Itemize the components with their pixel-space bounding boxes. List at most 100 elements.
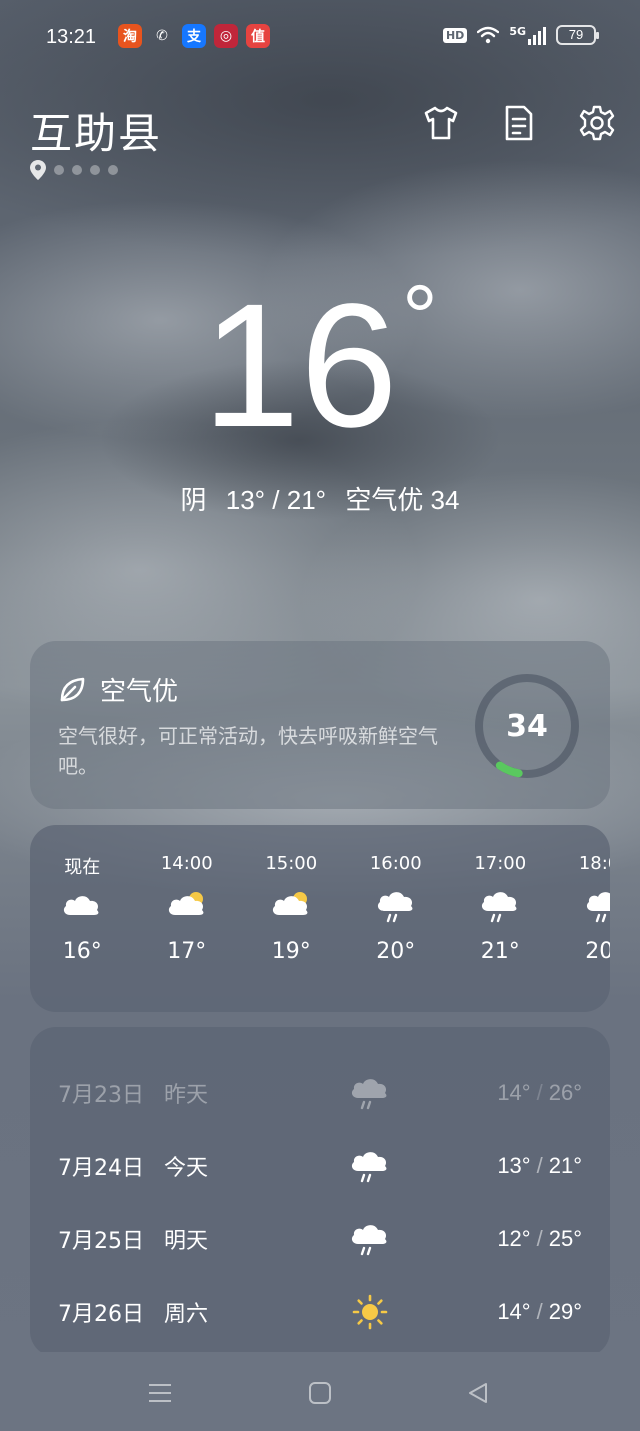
daily-forecast-row[interactable]: 7月24日 今天 13°/21° <box>58 1146 582 1186</box>
current-condition: 阴 <box>180 485 207 515</box>
daily-date: 7月26日 <box>58 1302 144 1327</box>
daily-forecast-row[interactable]: 7月23日 昨天 14°/26° <box>58 1073 582 1113</box>
rain-weather-icon <box>351 1152 387 1183</box>
menu-icon <box>149 1384 171 1402</box>
page-dot <box>108 165 118 175</box>
city-list-button[interactable] <box>500 102 538 144</box>
hourly-item: 14:00 17° <box>135 825 240 964</box>
smzdm-app-icon: 值 <box>246 24 270 48</box>
hourly-temperature: 20° <box>585 939 610 964</box>
daily-forecast-row[interactable]: 7月25日 明天 12°/25° <box>58 1219 582 1259</box>
rain-weather-icon <box>377 892 413 923</box>
air-quality-description: 空气很好，可正常活动，快去呼吸新鲜空气吧。 <box>58 724 438 778</box>
hourly-item: 现在 16° <box>30 825 135 964</box>
daily-forecast-card[interactable]: 7月23日 昨天 14°/26° 7月24日 今天 13°/21° 7月25日 明天 12°/2… <box>30 1027 610 1357</box>
hourly-time: 16:00 <box>369 853 422 874</box>
menu-button[interactable] <box>145 1378 175 1408</box>
back-icon <box>469 1383 487 1403</box>
hourly-forecast-card[interactable]: 现在 16° 14:00 17° 15:00 19° 16:00 20° 17:00 21° 18:… <box>30 825 610 1012</box>
daily-temperature-range: 13°/21° <box>497 1153 582 1179</box>
daily-day-label: 明天 <box>164 1229 209 1254</box>
daily-temperature-range: 14°/29° <box>497 1299 582 1325</box>
hourly-item: 18:00 20° <box>553 825 610 964</box>
current-temperature: 16° <box>0 273 640 454</box>
partly-sunny-weather-icon <box>168 892 204 915</box>
aqi-value: 34 <box>506 708 548 744</box>
current-range: 13° / 21° <box>225 485 327 515</box>
document-list-icon <box>505 105 533 141</box>
hourly-weather-icon <box>165 889 209 923</box>
current-summary: 阴 13° / 21° 空气优 34 <box>0 480 640 517</box>
hourly-temperature: 19° <box>271 939 311 964</box>
air-quality-label: 空气优 <box>100 677 179 707</box>
clothing-index-button[interactable] <box>422 102 460 144</box>
daily-high: 26° <box>548 1080 582 1105</box>
notification-app-icons: 淘 ✆ 支 ◎ 值 <box>118 24 270 48</box>
hourly-item: 16:00 20° <box>344 825 449 964</box>
hourly-time: 14:00 <box>160 853 213 874</box>
hourly-forecast-list[interactable]: 现在 16° 14:00 17° 15:00 19° 16:00 20° 17:00 21° 18:… <box>30 825 610 964</box>
daily-low: 12° <box>497 1226 531 1251</box>
daily-day-label: 昨天 <box>164 1083 209 1108</box>
signal-icon: 5G <box>509 25 546 45</box>
system-icons: HD 5G 79 <box>442 25 599 45</box>
daily-low: 14° <box>497 1299 531 1324</box>
rain-weather-icon <box>586 892 610 923</box>
daily-day-label: 今天 <box>164 1156 209 1181</box>
daily-low: 14° <box>497 1080 531 1105</box>
alipay-app-icon: 支 <box>182 24 206 48</box>
rain-weather-icon <box>351 1079 387 1110</box>
hourly-time: 15:00 <box>265 853 318 874</box>
hourly-temperature: 17° <box>167 939 207 964</box>
air-quality-card[interactable]: 空气优 空气很好，可正常活动，快去呼吸新鲜空气吧。 34 <box>30 641 610 809</box>
rain-weather-icon <box>351 1225 387 1256</box>
degree-symbol: ° <box>401 268 438 368</box>
home-icon <box>309 1382 331 1404</box>
daily-weather-icon <box>348 1293 392 1331</box>
status-time: 13:21 <box>46 26 97 48</box>
city-name[interactable]: 互助县 <box>30 100 162 161</box>
daily-temperature-range: 12°/25° <box>497 1226 582 1252</box>
daily-weather-icon <box>348 1074 392 1112</box>
range-separator: / <box>536 1226 543 1251</box>
settings-button[interactable] <box>578 102 616 144</box>
hourly-temperature: 20° <box>376 939 416 964</box>
daily-date: 7月25日 <box>58 1229 144 1254</box>
daily-high: 21° <box>548 1153 582 1178</box>
back-button[interactable] <box>463 1378 493 1408</box>
current-aqi: 空气优 34 <box>345 485 460 515</box>
city-page-indicator <box>30 160 118 180</box>
page-dot <box>90 165 100 175</box>
air-quality-title: 空气优 <box>58 671 178 708</box>
status-bar: 13:21 淘 ✆ 支 ◎ 值 HD 5G 79 <box>0 22 640 58</box>
hourly-temperature: 16° <box>62 939 102 964</box>
daily-high: 25° <box>548 1226 582 1251</box>
cloudy-weather-icon <box>64 896 99 915</box>
leaf-icon <box>60 677 85 701</box>
daily-weather-icon <box>348 1220 392 1258</box>
hourly-weather-icon <box>583 889 610 923</box>
current-temperature-value: 16 <box>202 268 398 464</box>
hd-icon: HD <box>442 27 468 43</box>
hourly-weather-icon <box>478 889 522 923</box>
sunny-weather-icon <box>352 1294 388 1330</box>
partly-sunny-weather-icon <box>273 892 308 915</box>
battery-icon: 79 <box>556 25 599 45</box>
daily-weather-icon <box>348 1147 392 1185</box>
page-dot <box>54 165 64 175</box>
daily-forecast-row[interactable]: 7月26日 周六 14°/29° <box>58 1292 582 1332</box>
hourly-weather-icon <box>269 889 313 923</box>
header-actions <box>422 102 616 144</box>
location-pin-icon <box>30 160 46 180</box>
hourly-time: 18:00 <box>578 853 610 874</box>
hourly-weather-icon <box>60 889 104 923</box>
range-separator: / <box>536 1080 543 1105</box>
wechat-app-icon: ✆ <box>156 28 168 44</box>
home-button[interactable] <box>305 1378 335 1408</box>
tshirt-icon <box>424 106 458 140</box>
daily-date: 7月23日 <box>58 1083 144 1108</box>
rain-weather-icon <box>482 892 517 923</box>
hourly-item: 17:00 21° <box>448 825 553 964</box>
taobao-app-icon: 淘 <box>118 24 142 48</box>
range-separator: / <box>536 1153 543 1178</box>
